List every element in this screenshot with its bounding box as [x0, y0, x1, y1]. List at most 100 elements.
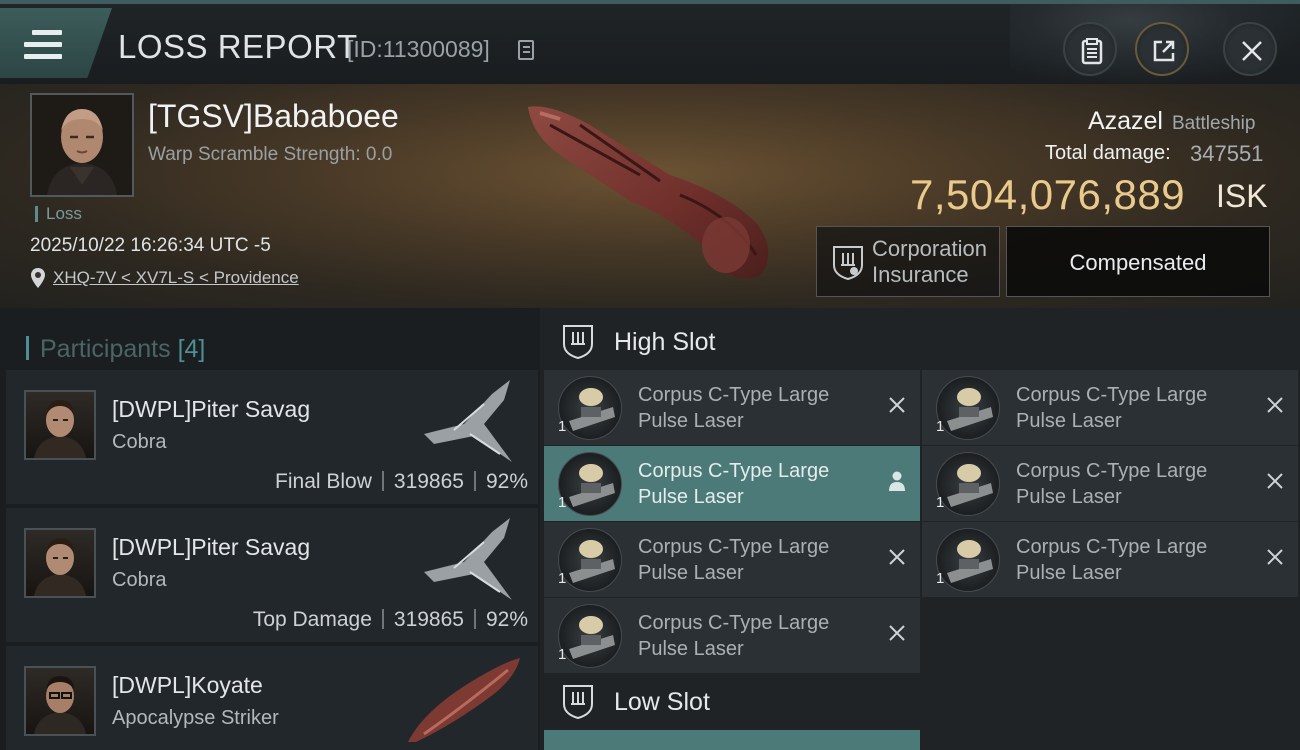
pulse-laser-icon: [558, 528, 622, 592]
destroyed-x-icon: [889, 397, 905, 413]
participant-name: [DWPL]Piter Savag: [112, 534, 311, 560]
low-slot-header: Low Slot: [544, 670, 1300, 730]
module-name: Corpus C-Type Large Pulse Laser: [638, 384, 830, 432]
victim-name: [TGSV]Bababoee: [148, 98, 399, 134]
copy-icon[interactable]: [518, 40, 534, 60]
loss-status-tag: Loss: [35, 205, 82, 222]
module-quantity: 1: [558, 570, 567, 587]
insurance-label: Corporation Insurance: [872, 236, 987, 287]
page-title: LOSS REPORT: [118, 28, 358, 65]
destroyed-x-icon: [889, 625, 905, 641]
victim-ship-image: [528, 106, 769, 279]
compensated-label: Compensated: [1069, 250, 1207, 275]
participant-name: [DWPL]Koyate: [112, 672, 263, 698]
pulse-laser-icon: [558, 604, 622, 668]
kill-timestamp: 2025/10/22 16:26:34 UTC -5: [30, 235, 271, 256]
participant-row[interactable]: [DWPL]Piter Savag Cobra Final Blow 319865…: [6, 370, 538, 504]
participant-ship-image: [408, 658, 520, 742]
destroyed-x-icon: [1267, 473, 1283, 489]
participant-row[interactable]: [DWPL]Piter Savag Cobra Top Damage 319865…: [6, 508, 538, 642]
participant-damage: 319865: [393, 608, 464, 631]
module-slot-selected[interactable]: 1 Corpus C-Type Large Pulse Laser: [544, 446, 920, 521]
total-damage-value: 347551: [1190, 141, 1264, 166]
module-name: Corpus C-Type Large Pulse Laser: [1016, 384, 1208, 432]
destroyed-x-icon: [1267, 397, 1283, 413]
top-bar: LOSS REPORT [ID:11300089]: [0, 0, 1300, 88]
compensated-button[interactable]: Compensated: [1006, 226, 1270, 297]
corporation-insurance-button[interactable]: Corporation Insurance: [816, 226, 1000, 297]
module-name: Corpus C-Type Large Pulse Laser: [1016, 460, 1208, 508]
participant-ship: Cobra: [112, 431, 167, 453]
participant-stats: Top Damage 319865 92%: [253, 608, 528, 632]
isk-unit: ISK: [1216, 178, 1268, 214]
participant-percent: 92%: [485, 608, 528, 631]
module-quantity: 1: [936, 494, 945, 511]
module-quantity: 1: [936, 418, 945, 435]
participant-row[interactable]: [DWPL]Koyate Apocalypse Striker: [6, 646, 538, 750]
clipboard-button[interactable]: [1063, 22, 1117, 76]
location-link[interactable]: XHQ-7V < XV7L-S < Providence: [53, 268, 299, 288]
menu-button[interactable]: [0, 8, 112, 78]
share-button[interactable]: [1135, 22, 1189, 76]
module-slot[interactable]: 1 Corpus C-Type Large Pulse Laser: [544, 598, 920, 673]
module-name: Corpus C-Type Large Pulse Laser: [638, 612, 830, 660]
participant-ship-image: [424, 380, 512, 462]
high-slot-label: High Slot: [614, 328, 716, 356]
module-quantity: 1: [936, 570, 945, 587]
high-slot-header: High Slot: [544, 310, 1300, 370]
victim-ship-name: Azazel: [1087, 107, 1163, 135]
pulse-laser-icon: [558, 452, 622, 516]
fitting-panel: High Slot 1 Corpus C-Type Large Pulse La…: [540, 308, 1300, 750]
module-quantity: 1: [558, 418, 567, 435]
participant-ship: Apocalypse Striker: [112, 707, 279, 729]
module-slot[interactable]: 1 Corpus C-Type Large Pulse Laser: [922, 446, 1298, 521]
module-slot-partial[interactable]: [922, 730, 1298, 750]
close-icon: [1242, 41, 1262, 61]
participants-title: Participants [4]: [40, 335, 206, 363]
module-quantity: 1: [558, 494, 567, 511]
pulse-laser-icon: [936, 528, 1000, 592]
module-slot[interactable]: 1 Corpus C-Type Large Pulse Laser: [922, 522, 1298, 597]
destroyed-x-icon: [889, 549, 905, 565]
module-slot[interactable]: 1 Corpus C-Type Large Pulse Laser: [544, 522, 920, 597]
module-slot[interactable]: 1 Corpus C-Type Large Pulse Laser: [922, 370, 1298, 445]
module-slot[interactable]: 1 Corpus C-Type Large Pulse Laser: [544, 370, 920, 445]
low-slot-icon: [563, 685, 593, 720]
module-name: Corpus C-Type Large Pulse Laser: [1016, 536, 1208, 584]
destroyed-x-icon: [1267, 549, 1283, 565]
warp-scramble-strength: Warp Scramble Strength: 0.0: [148, 144, 393, 165]
pulse-laser-icon: [936, 376, 1000, 440]
total-damage-label: Total damage:: [1045, 142, 1171, 164]
menu-icon: [24, 30, 62, 60]
participant-avatar: [24, 528, 96, 598]
location-pin-icon: [31, 268, 45, 288]
share-icon: [1153, 40, 1175, 62]
participant-role: Final Blow: [275, 470, 372, 493]
participant-stats: Final Blow 319865 92%: [275, 470, 528, 494]
module-name: Corpus C-Type Large Pulse Laser: [638, 460, 830, 508]
participants-panel: Participants [4] [DWPL]Piter Savag Cobra…: [0, 308, 540, 750]
participant-avatar: [24, 390, 96, 460]
low-slot-label: Low Slot: [614, 688, 710, 716]
high-slot-icon: [563, 325, 593, 360]
module-slot-partial[interactable]: [544, 730, 920, 750]
pulse-laser-icon: [936, 452, 1000, 516]
pulse-laser-icon: [558, 376, 622, 440]
module-name: Corpus C-Type Large Pulse Laser: [638, 536, 830, 584]
participant-damage: 319865: [393, 470, 464, 493]
victim-ship-class: Battleship: [1172, 113, 1256, 134]
participants-header: Participants [4]: [0, 318, 540, 368]
participant-role: Top Damage: [252, 608, 372, 631]
isk-value: 7,504,076,889: [910, 171, 1186, 218]
clipboard-icon: [1081, 38, 1103, 65]
insurance-shield-icon: [833, 246, 863, 281]
victim-portrait[interactable]: [30, 93, 134, 197]
participant-ship-image: [424, 518, 512, 600]
report-id: [ID:11300089]: [347, 36, 490, 62]
participant-ship: Cobra: [112, 569, 167, 591]
close-button[interactable]: [1223, 22, 1277, 76]
user-icon: [889, 471, 905, 491]
participant-percent: 92%: [485, 470, 528, 493]
module-quantity: 1: [558, 646, 567, 663]
participant-avatar: [24, 666, 96, 736]
